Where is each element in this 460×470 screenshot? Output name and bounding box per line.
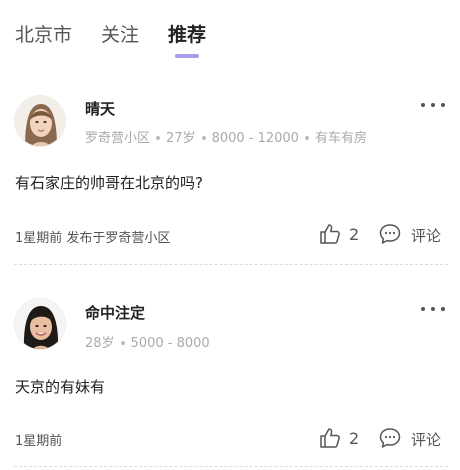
comment-button[interactable]: 评论 [411, 429, 441, 450]
more-dots-icon[interactable] [420, 100, 446, 110]
avatar[interactable] [14, 95, 66, 147]
post-location: 发布于罗奇营小区 [66, 231, 171, 246]
dot-separator [120, 340, 125, 345]
user-meta: 28岁 5000 - 8000 [85, 332, 210, 351]
comment-button[interactable]: 评论 [411, 225, 441, 246]
divider [14, 264, 448, 265]
tab-follow[interactable]: 关注 [101, 20, 139, 47]
meta-location: 罗奇营小区 [85, 131, 151, 146]
thumbs-up-icon[interactable] [318, 222, 342, 246]
post-time: 1星期前 [15, 434, 63, 449]
meta-age: 28岁 [85, 336, 115, 351]
post-time: 1星期前 [15, 231, 63, 246]
avatar[interactable] [14, 298, 66, 350]
meta-age: 27岁 [166, 131, 196, 146]
comment-icon[interactable] [378, 222, 402, 246]
user-name[interactable]: 晴天 [85, 98, 115, 119]
meta-income: 8000 - 12000 [211, 131, 299, 146]
female-avatar-icon [15, 96, 65, 146]
active-tab-indicator [175, 54, 199, 58]
meta-income: 5000 - 8000 [130, 336, 210, 351]
post-time-location: 1星期前 [15, 430, 62, 449]
post-content[interactable]: 天京的有妹有 [15, 376, 105, 397]
top-tab-bar: 北京市 关注 推荐 [0, 0, 460, 70]
dot-separator [156, 135, 161, 140]
like-count: 2 [349, 225, 360, 244]
like-count: 2 [349, 429, 360, 448]
user-name[interactable]: 命中注定 [85, 302, 145, 323]
divider [14, 466, 448, 467]
post-content[interactable]: 有石家庄的帅哥在北京的吗? [15, 172, 203, 193]
comment-icon[interactable] [378, 426, 402, 450]
female-avatar-icon [15, 299, 65, 349]
user-meta: 罗奇营小区 27岁 8000 - 12000 有车有房 [85, 127, 367, 146]
tab-beijing[interactable]: 北京市 [15, 20, 72, 47]
thumbs-up-icon[interactable] [318, 426, 342, 450]
dot-separator [201, 135, 206, 140]
meta-assets: 有车有房 [314, 131, 367, 146]
more-dots-icon[interactable] [420, 304, 446, 314]
post-time-location: 1星期前 发布于罗奇营小区 [15, 227, 170, 246]
tab-recommend[interactable]: 推荐 [168, 20, 206, 47]
dot-separator [304, 135, 309, 140]
